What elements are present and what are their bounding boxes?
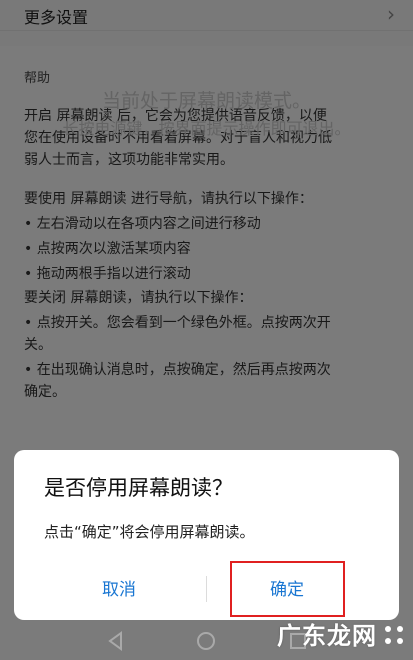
watermark-text: 广东龙网 — [277, 622, 377, 650]
cancel-button[interactable]: 取消 — [54, 572, 184, 608]
confirm-highlight-box — [230, 561, 345, 617]
watermark-logo-icon — [385, 626, 403, 644]
home-icon[interactable] — [195, 630, 217, 652]
back-icon[interactable] — [105, 630, 127, 652]
dialog-title: 是否停用屏幕朗读？ — [44, 476, 233, 500]
watermark: 广东龙网 — [277, 612, 405, 652]
button-divider — [206, 576, 207, 602]
dialog-message: 点击“确定”将会停用屏幕朗读。 — [44, 523, 255, 541]
